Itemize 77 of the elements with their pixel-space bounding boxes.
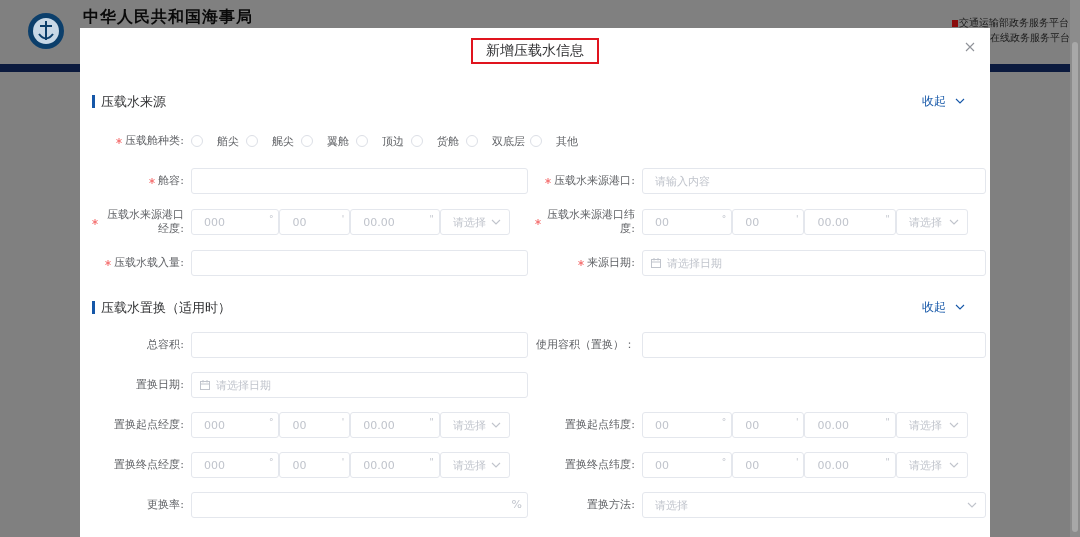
chevron-down-icon <box>955 98 965 104</box>
text-field[interactable] <box>191 250 528 276</box>
radio-option[interactable]: 翼舱 <box>301 133 356 149</box>
calendar-icon <box>200 380 210 390</box>
site-title: 中华人民共和国海事局 <box>83 8 253 26</box>
field-label: 总容积: <box>147 338 184 352</box>
field-label: 来源日期: <box>587 256 635 270</box>
radio-circle[interactable] <box>301 135 313 147</box>
text-field[interactable] <box>191 168 528 194</box>
radio-option[interactable]: 艉尖 <box>246 133 301 149</box>
unit-mark: ° <box>268 214 274 224</box>
field-label: 舱容: <box>158 174 184 188</box>
radio-circle[interactable] <box>246 135 258 147</box>
radio-circle[interactable] <box>356 135 368 147</box>
unit-mark: ' <box>341 457 345 467</box>
radio-circle[interactable] <box>191 135 203 147</box>
radio-option[interactable]: 货舱 <box>411 133 466 149</box>
radio-option[interactable]: 艏尖 <box>191 133 246 149</box>
unit-mark: ° <box>721 457 727 467</box>
square-icon <box>952 19 958 27</box>
collapse-toggle[interactable]: 收起 <box>922 298 965 316</box>
scrollbar[interactable] <box>1070 0 1080 537</box>
platform-link[interactable]: 在线政务服务平台 <box>990 32 1070 44</box>
unit-mark: ' <box>796 417 799 427</box>
logo-icon <box>27 12 65 50</box>
calendar-icon <box>651 258 661 268</box>
chevron-down-icon <box>955 304 965 310</box>
text-field[interactable] <box>191 332 528 358</box>
field-label: 使用容积（置换）： <box>536 338 635 352</box>
unit-mark: ' <box>796 457 799 467</box>
unit-mark: ° <box>268 417 274 427</box>
field-label: 更换率: <box>147 498 184 512</box>
field-label: 压载水来源港口: <box>554 174 635 188</box>
radio-circle[interactable] <box>411 135 423 147</box>
chevron-down-icon <box>491 219 502 225</box>
text-field[interactable] <box>642 332 986 358</box>
unit-mark: ' <box>796 214 799 224</box>
platform-link[interactable]: 交通运输部政务服务平台 <box>959 17 1069 29</box>
radio-option[interactable]: 双底层 <box>466 133 530 149</box>
field-label: 压载水来源港口纬度: <box>546 208 635 236</box>
chevron-down-icon <box>967 502 977 508</box>
field-label: 压载水载入量: <box>114 256 184 270</box>
unit-mark: ' <box>341 417 345 427</box>
unit-mark: " <box>429 417 434 427</box>
dialog-title: 新增压载水信息 <box>471 38 599 64</box>
field-label: 置换日期: <box>136 378 184 392</box>
rate-field[interactable] <box>191 492 528 518</box>
chevron-down-icon <box>948 462 959 468</box>
unit-mark: " <box>885 457 890 467</box>
field-label: 置换终点经度: <box>114 458 184 472</box>
chevron-down-icon <box>491 422 502 428</box>
collapse-toggle[interactable]: 收起 <box>922 92 965 110</box>
radio-option[interactable]: 其他 <box>530 133 585 149</box>
close-icon[interactable] <box>965 42 975 52</box>
unit-mark: ° <box>721 214 727 224</box>
percent-sign: % <box>511 498 522 511</box>
chevron-down-icon <box>948 422 959 428</box>
unit-mark: ° <box>721 417 727 427</box>
chevron-down-icon <box>491 462 502 468</box>
section-title: 压载水置换（适用时） <box>92 300 231 314</box>
unit-mark: ° <box>268 457 274 467</box>
field-label: 置换起点纬度: <box>565 418 635 432</box>
chevron-down-icon <box>948 219 959 225</box>
field-label: 压载舱种类: <box>125 134 184 148</box>
radio-option[interactable]: 顶边 <box>356 133 411 149</box>
field-label: 压载水来源港口经度: <box>106 208 184 236</box>
radio-circle[interactable] <box>530 135 542 147</box>
unit-mark: ' <box>341 214 345 224</box>
unit-mark: " <box>429 214 434 224</box>
unit-mark: " <box>885 417 890 427</box>
unit-mark: " <box>429 457 434 467</box>
radio-circle[interactable] <box>466 135 478 147</box>
field-label: 置换终点纬度: <box>565 458 635 472</box>
section-title: 压载水来源 <box>92 94 166 108</box>
unit-mark: " <box>885 214 890 224</box>
field-label: 置换起点经度: <box>114 418 184 432</box>
field-label: 置换方法: <box>587 498 635 512</box>
